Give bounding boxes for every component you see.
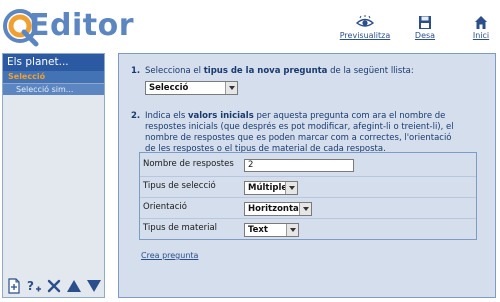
delete-icon[interactable] <box>46 278 62 294</box>
step-1-number: 1. <box>131 66 141 76</box>
header: Editor Previsualitza Desa Inici <box>0 0 500 52</box>
move-down-icon[interactable] <box>86 278 102 294</box>
question-type-value: Selecció <box>149 83 189 93</box>
answers-count-label: Nombre de respostes <box>143 159 234 169</box>
chevron-down-icon <box>285 182 297 194</box>
step-1-text-before: Selecciona el <box>145 66 204 76</box>
app-logo: Editor <box>2 4 147 48</box>
preview-link[interactable]: Previsualitza <box>330 15 400 40</box>
selection-type-value: Múltiple <box>248 183 288 193</box>
orientation-value: Horitzontal <box>248 204 302 214</box>
orientation-select[interactable]: Horitzontal <box>244 202 312 216</box>
initial-values-box: Nombre de respostes 2 Tipus de selecció … <box>139 152 477 240</box>
step-1: 1. Selecciona el tipus de la nova pregun… <box>131 66 471 78</box>
home-label: Inici <box>472 31 490 40</box>
question-editor-panel: 1. Selecciona el tipus de la nova pregun… <box>118 53 496 298</box>
save-label: Desa <box>414 31 436 40</box>
step-2-text-before: Indica els <box>145 111 188 121</box>
property-row-answers: Nombre de respostes 2 <box>140 155 476 175</box>
eye-icon <box>356 15 374 27</box>
step-1-text-bold: tipus de la nova pregunta <box>203 66 328 76</box>
answers-count-input[interactable]: 2 <box>244 159 354 172</box>
orientation-label: Orientació <box>143 202 187 212</box>
add-question-icon[interactable]: ? <box>26 278 42 294</box>
chevron-down-icon <box>299 203 311 215</box>
move-up-icon[interactable] <box>66 278 82 294</box>
home-icon <box>475 16 487 29</box>
sidebar-item-seleccio-simple[interactable]: Selecció sim... <box>3 83 104 95</box>
selection-type-label: Tipus de selecció <box>143 181 216 191</box>
question-sidebar: Els planet... Selecció Selecció sim... ? <box>2 53 105 298</box>
step-2: 2. Indica els valors inicials per aquest… <box>131 111 481 154</box>
property-row-material-type: Tipus de material Text <box>140 218 476 238</box>
svg-text:?: ? <box>27 279 34 293</box>
home-link[interactable]: Inici <box>466 15 496 40</box>
sidebar-item-seleccio[interactable]: Selecció <box>3 71 104 83</box>
new-page-icon[interactable] <box>6 278 22 294</box>
preview-label: Previsualitza <box>339 31 391 40</box>
question-type-select[interactable]: Selecció <box>145 81 238 95</box>
property-row-orientation: Orientació Horitzontal <box>140 197 476 217</box>
floppy-disk-icon <box>419 16 431 29</box>
material-type-select[interactable]: Text <box>244 223 299 237</box>
sidebar-title: Els planet... <box>3 54 104 71</box>
step-2-text-bold: valors inicials <box>187 111 254 121</box>
create-question-link[interactable]: Crea pregunta <box>141 251 198 260</box>
chevron-down-icon <box>225 82 237 94</box>
save-link[interactable]: Desa <box>410 15 440 40</box>
chevron-down-icon <box>286 224 298 236</box>
step-1-text-after: de la següent llista: <box>327 66 414 76</box>
property-row-selection-type: Tipus de selecció Múltiple <box>140 176 476 196</box>
step-2-number: 2. <box>131 111 141 121</box>
step-2-instruction: Indica els valors inicials per aquesta p… <box>145 111 455 155</box>
material-type-label: Tipus de material <box>143 223 218 233</box>
selection-type-select[interactable]: Múltiple <box>244 181 298 195</box>
material-type-value: Text <box>248 225 268 235</box>
app-name: Editor <box>29 8 134 43</box>
step-1-instruction: Selecciona el tipus de la nova pregunta … <box>145 66 414 77</box>
